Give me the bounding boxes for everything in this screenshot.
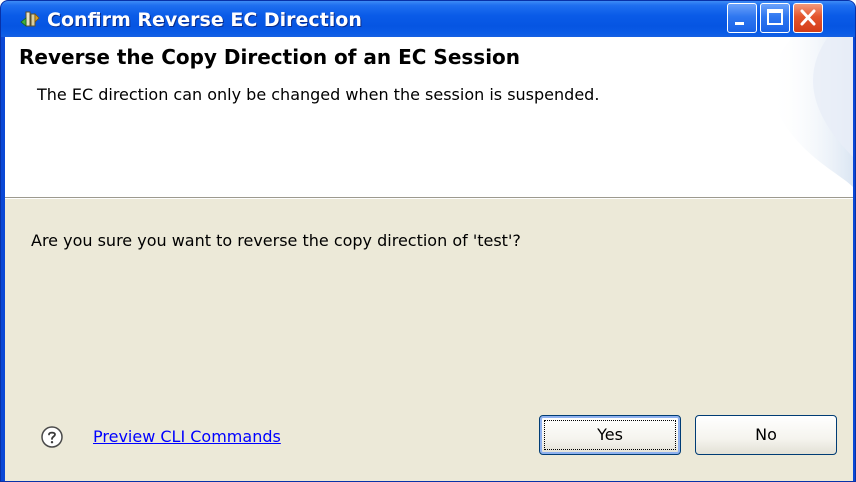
no-button-label: No — [755, 425, 777, 444]
preview-cli-commands-link[interactable]: Preview CLI Commands — [93, 427, 281, 446]
app-icon — [20, 11, 40, 27]
yes-button[interactable]: Yes — [539, 415, 681, 455]
close-button[interactable] — [793, 3, 823, 33]
maximize-button[interactable] — [760, 3, 790, 33]
yes-button-label: Yes — [597, 425, 623, 444]
banner-description: The EC direction can only be changed whe… — [37, 85, 600, 104]
maximize-icon — [767, 9, 783, 25]
banner-separator-highlight — [5, 198, 853, 199]
no-button[interactable]: No — [695, 415, 837, 455]
minimize-button[interactable] — [727, 3, 757, 33]
help-icon[interactable] — [40, 425, 64, 449]
dialog-window: Confirm Reverse EC Direction Reverse the… — [0, 0, 856, 482]
confirmation-message: Are you sure you want to reverse the cop… — [31, 231, 521, 250]
banner-title: Reverse the Copy Direction of an EC Sess… — [19, 45, 521, 69]
minimize-icon — [735, 22, 744, 25]
window-title: Confirm Reverse EC Direction — [47, 9, 362, 31]
title-bar[interactable]: Confirm Reverse EC Direction — [1, 1, 855, 37]
banner-decoration — [771, 37, 853, 187]
close-icon — [800, 9, 816, 26]
